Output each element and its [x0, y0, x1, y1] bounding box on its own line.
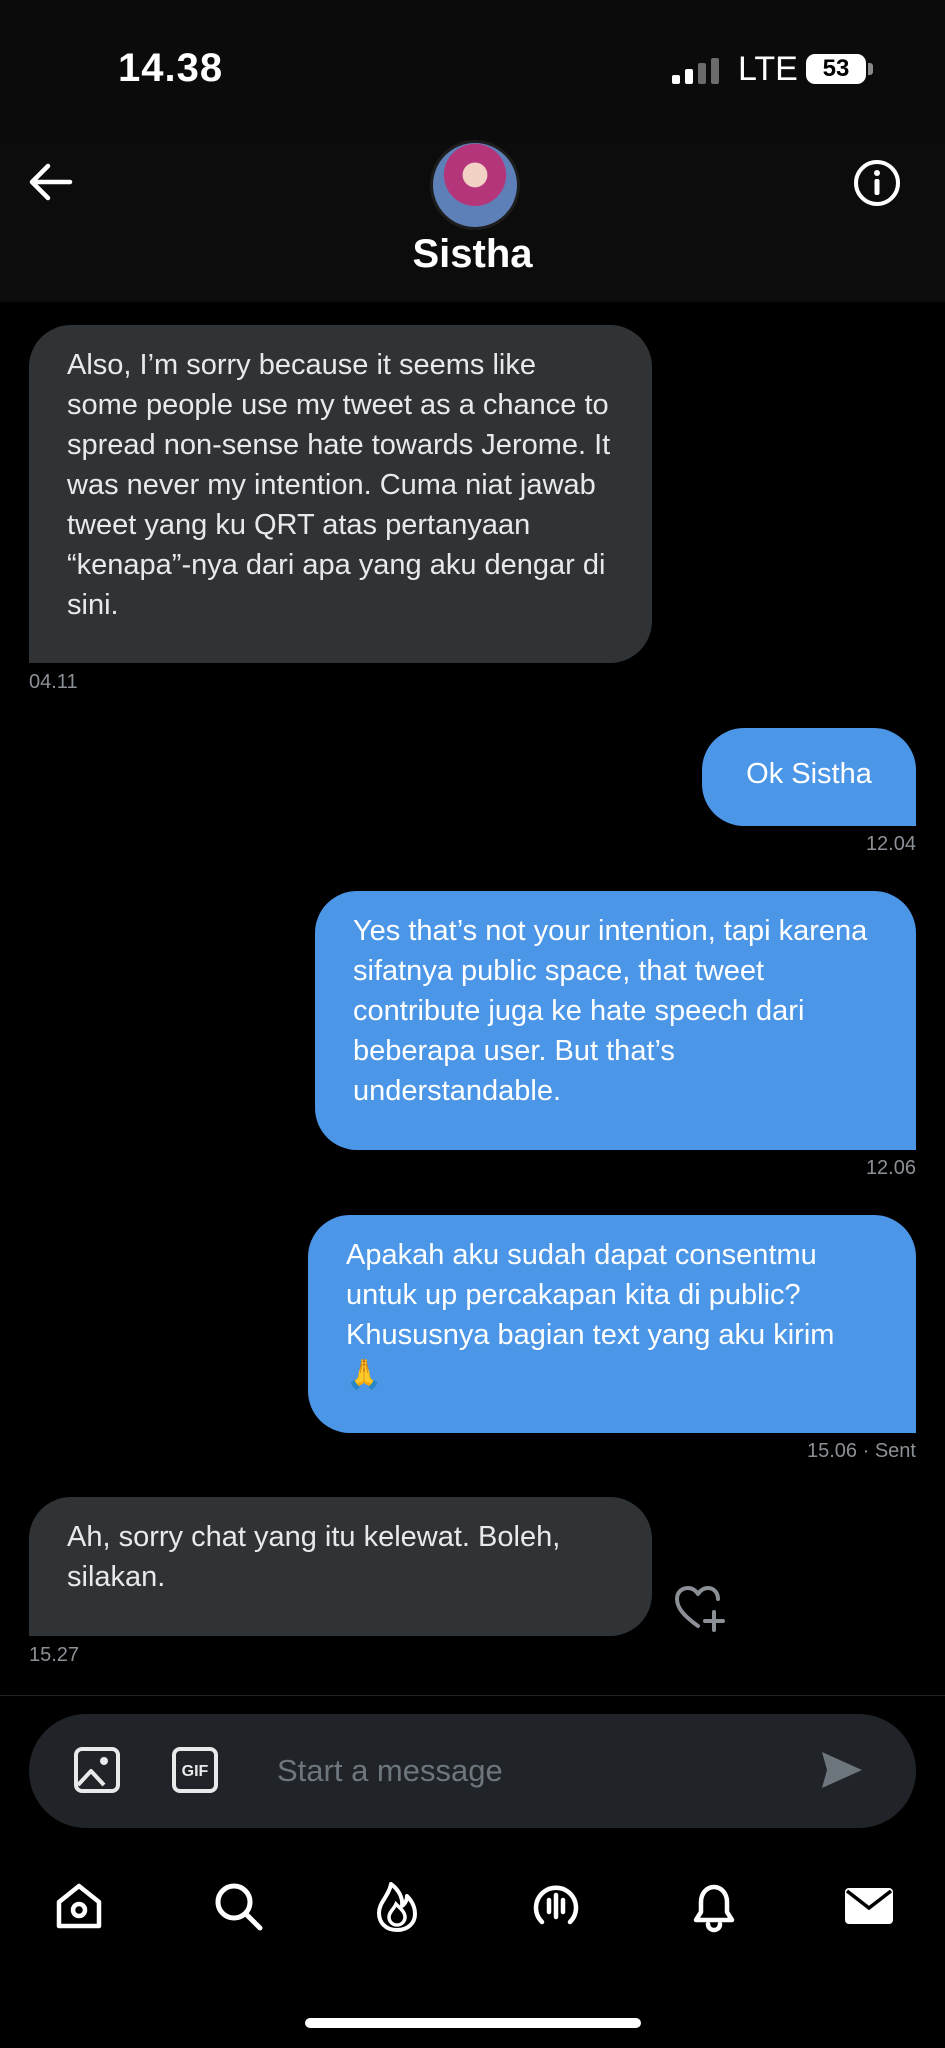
home-indicator — [305, 2018, 641, 2028]
gif-label: GIF — [182, 1763, 209, 1780]
message-timestamp: 15.27 — [29, 1644, 80, 1666]
nav-search[interactable] — [210, 1878, 266, 1934]
message-bubble-sent[interactable]: Apakah aku sudah dapat consentmu untuk u… — [308, 1215, 916, 1433]
info-button[interactable] — [852, 158, 902, 208]
divider — [0, 1695, 945, 1696]
contact-name: Sistha — [412, 232, 533, 276]
network-label: LTE — [738, 50, 798, 88]
nav-messages[interactable] — [841, 1878, 897, 1934]
send-icon — [822, 1752, 862, 1788]
back-button[interactable] — [22, 158, 78, 206]
status-time: 14.38 — [118, 46, 224, 90]
mail-icon — [845, 1888, 893, 1924]
nav-notifications[interactable] — [686, 1878, 742, 1934]
message-timestamp: 12.04 — [865, 833, 916, 855]
message-timestamp: 04.11 — [29, 671, 78, 693]
avatar[interactable] — [430, 140, 520, 230]
message-meta: 15.06 · Sent — [807, 1440, 916, 1463]
send-button[interactable] — [818, 1748, 866, 1792]
nav-home[interactable] — [51, 1878, 107, 1934]
message-bubble-received[interactable]: Also, I’m sorry because it seems like so… — [29, 325, 652, 663]
react-button[interactable] — [672, 1582, 728, 1634]
message-status: Sent — [874, 1440, 916, 1462]
image-button[interactable] — [72, 1745, 122, 1795]
info-icon — [854, 160, 900, 206]
home-icon — [56, 1883, 102, 1929]
nav-trending[interactable] — [369, 1878, 425, 1934]
image-icon — [74, 1747, 120, 1793]
gif-button[interactable]: GIF — [170, 1745, 220, 1795]
back-arrow-icon — [29, 163, 73, 201]
heart-plus-icon — [675, 1586, 725, 1632]
spaces-icon — [533, 1885, 579, 1925]
message-bubble-sent[interactable]: Yes that’s not your intention, tapi kare… — [315, 891, 916, 1150]
fire-icon — [377, 1882, 417, 1932]
message-input[interactable] — [275, 1740, 779, 1802]
separator-dot: · — [862, 1440, 875, 1462]
bell-icon — [693, 1884, 735, 1933]
message-bubble-sent[interactable]: Ok Sistha — [702, 728, 916, 826]
message-timestamp: 12.06 — [865, 1157, 916, 1179]
message-bubble-received[interactable]: Ah, sorry chat yang itu kelewat. Boleh, … — [29, 1497, 652, 1636]
nav-spaces[interactable] — [528, 1878, 584, 1934]
signal-icon — [672, 58, 720, 84]
gif-icon: GIF — [172, 1747, 218, 1793]
battery-icon: 53 — [806, 54, 866, 84]
message-timestamp: 15.06 — [807, 1440, 858, 1462]
battery-cap — [868, 63, 873, 75]
search-icon — [215, 1883, 263, 1931]
